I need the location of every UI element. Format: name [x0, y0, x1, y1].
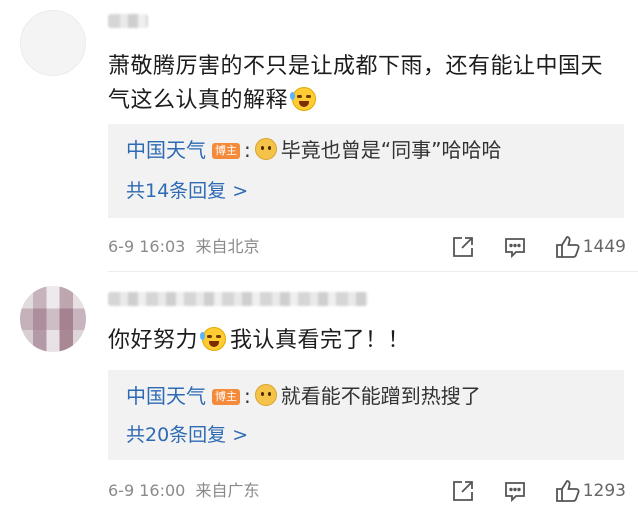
reply-colon: :: [244, 138, 251, 162]
divider: [108, 271, 638, 272]
comment-text: 萧敬腾厉害的不只是让成都下雨，还有能让中国天气这么认真的解释: [108, 50, 618, 118]
comment-meta: 6-9 16:00 来自广东: [108, 480, 260, 502]
username-blurred[interactable]: [108, 14, 148, 28]
more-replies-link[interactable]: 共20条回复 >: [126, 422, 248, 448]
avatar[interactable]: [20, 286, 86, 352]
username-blurred[interactable]: [108, 292, 368, 306]
comment-source: 来自广东: [195, 481, 260, 500]
comment-date: 6-9 16:00: [108, 481, 186, 500]
more-replies-link[interactable]: 共14条回复 >: [126, 178, 248, 204]
like-count: 1449: [582, 237, 626, 257]
reply-author-link[interactable]: 中国天气: [126, 384, 206, 408]
like-count: 1293: [582, 481, 626, 501]
comment-meta: 6-9 16:03 来自北京: [108, 236, 260, 258]
author-badge: 博主: [212, 143, 240, 159]
laugh-tears-emoji-icon: [290, 87, 317, 111]
reply-text: 就看能不能蹭到热搜了: [280, 384, 481, 408]
reply-colon: :: [244, 384, 251, 408]
reply-author-link[interactable]: 中国天气: [126, 138, 206, 162]
comment-text-content: 萧敬腾厉害的不只是让成都下雨，还有能让中国天气这么认真的解释: [108, 54, 604, 113]
reply-line: 中国天气 博主: 就看能不能蹭到热搜了: [126, 382, 481, 410]
comment-text-content-2: 我认真看完了！！: [230, 328, 411, 353]
reply-line: 中国天气 博主: 毕竟也曾是“同事”哈哈哈: [126, 136, 501, 164]
crying-laughing-emoji-icon: [200, 327, 227, 351]
comment-source: 来自北京: [195, 237, 260, 256]
share-icon[interactable]: [451, 479, 475, 503]
like-thumb-icon[interactable]: [555, 235, 580, 259]
like-thumb-icon[interactable]: [555, 479, 580, 503]
laughing-face-icon: [254, 384, 277, 406]
reply-box[interactable]: 中国天气 博主: 毕竟也曾是“同事”哈哈哈 共14条回复 >: [108, 124, 624, 218]
reply-box[interactable]: 中国天气 博主: 就看能不能蹭到热搜了 共20条回复 >: [108, 370, 624, 460]
comment-text-content: 你好努力: [108, 328, 199, 353]
author-badge: 博主: [212, 389, 240, 405]
share-icon[interactable]: [451, 235, 475, 259]
reply-text: 毕竟也曾是“同事”哈哈哈: [280, 138, 502, 162]
comment-actions: 1293: [451, 478, 626, 504]
comment-icon[interactable]: [503, 235, 527, 259]
comment-icon[interactable]: [503, 479, 527, 503]
avatar[interactable]: [20, 10, 86, 76]
comment-date: 6-9 16:03: [108, 237, 186, 256]
comment-text: 你好努力 我认真看完了！！: [108, 324, 618, 358]
comment-actions: 1449: [451, 234, 626, 260]
cat-face-icon: [254, 138, 277, 160]
